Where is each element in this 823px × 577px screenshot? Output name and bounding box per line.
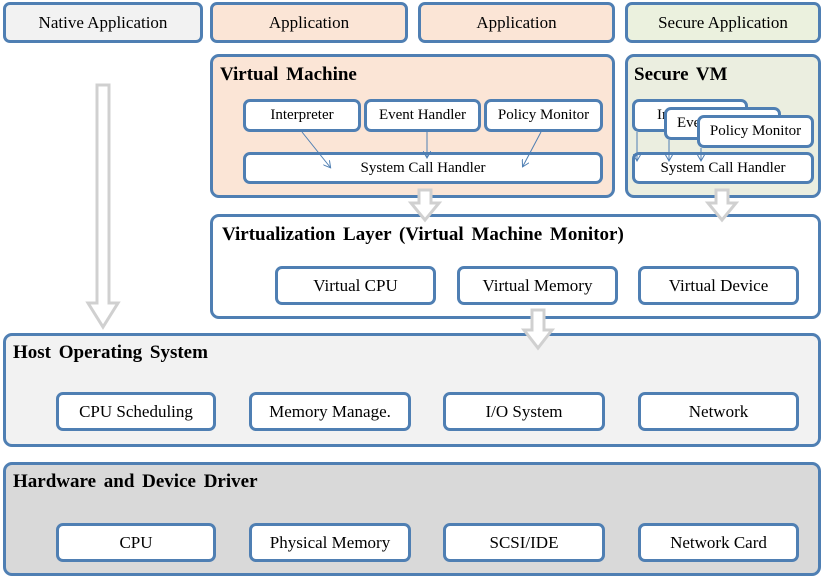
native-down-arrow: [85, 83, 121, 330]
interp-arrow: [301, 131, 330, 167]
policy-arrow: [523, 131, 542, 166]
arrows-layer: [85, 83, 740, 351]
vmm-down-arrow: [520, 308, 556, 351]
vm-down-arrow: [407, 188, 443, 223]
svm-down-arrow: [704, 188, 740, 223]
